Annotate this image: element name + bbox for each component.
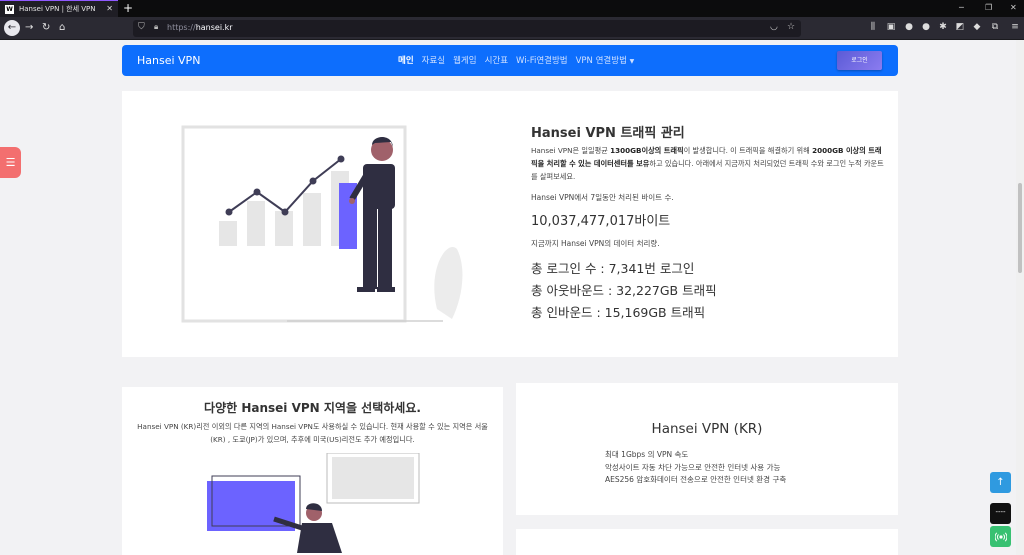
kr-region-card: Hansei VPN (KR) 최대 1Gbps 의 VPN 속도 악성사이트 …	[516, 383, 898, 515]
signal-button[interactable]	[990, 526, 1011, 547]
site-brand[interactable]: Hansei VPN	[137, 54, 200, 67]
menu-item-vpn-dropdown[interactable]: VPN 연결방법 ▼	[576, 54, 635, 66]
menu-item-wifi[interactable]: Wi-Fi연결방법	[516, 54, 568, 66]
traffic-title: Hansei VPN 트래픽 관리	[531, 126, 685, 141]
new-tab-button[interactable]: +	[123, 1, 133, 15]
throughput-caption: 지금까지 Hansei VPN의 데이터 처리량.	[531, 239, 660, 248]
address-bar[interactable]: ⛉ 🔒︎ https://hansei.kr ◡ ☆	[133, 20, 801, 37]
site-navbar: Hansei VPN 메인 자료실 웹게임 시간표 Wi-Fi연결방법 VPN …	[122, 45, 898, 76]
lock-icon[interactable]: 🔒︎	[154, 22, 158, 32]
region-description: Hansei VPN (KR)리전 이외의 다른 지역의 Hansei VPN도…	[137, 422, 488, 444]
login-button[interactable]: 로그인	[837, 51, 882, 70]
extension-badge-icon[interactable]: ◆	[972, 22, 982, 32]
dropdown-caret-icon: ▼	[629, 58, 635, 65]
bookmark-star-icon[interactable]: ☆	[787, 22, 795, 32]
tracking-shield-icon[interactable]: ⛉	[138, 22, 145, 32]
site-favicon-icon: W	[5, 4, 14, 14]
region-illustration	[207, 453, 420, 553]
tab-close-icon[interactable]: ✕	[106, 4, 113, 13]
site-menu: 메인 자료실 웹게임 시간표 Wi-Fi연결방법 VPN 연결방법 ▼	[398, 54, 634, 66]
window-close-icon[interactable]: ✕	[1010, 3, 1017, 12]
browser-tab[interactable]: W Hansei VPN | 한세 VPN ✕	[0, 0, 118, 17]
browser-tab-strip: W Hansei VPN | 한세 VPN ✕ + ─ ❐ ✕	[0, 0, 1024, 17]
scrollbar-thumb[interactable]	[1018, 183, 1022, 273]
kr-feature-list: 최대 1Gbps 의 VPN 속도 악성사이트 자동 차단 가능으로 안전한 인…	[605, 449, 786, 487]
kr-feature-block: 악성사이트 자동 차단 가능으로 안전한 인터넷 사용 가능	[605, 462, 781, 472]
menu-item-webgame[interactable]: 웹게임	[453, 54, 476, 66]
extension-purple-icon[interactable]: ●	[921, 22, 931, 32]
back-arrow-icon[interactable]: ←	[4, 20, 20, 36]
broadcast-icon	[994, 532, 1007, 542]
menu-hamburger-icon[interactable]: ≡	[1010, 22, 1020, 32]
minimize-icon[interactable]: ─	[959, 3, 964, 12]
restore-icon[interactable]: ❐	[985, 3, 992, 12]
browser-toolbar: ← → ↻ ⌂ ⛉ 🔒︎ https://hansei.kr ◡ ☆ ⫼ ▣ ●…	[0, 17, 1024, 40]
extension-info-icon[interactable]: ●	[904, 22, 914, 32]
reload-icon[interactable]: ↻	[42, 22, 50, 34]
inbound-stat: 총 인바운드 : 15,169GB 트래픽	[531, 305, 706, 320]
outbound-stat: 총 아웃바운드 : 32,227GB 트래픽	[531, 283, 717, 298]
region-title: 다양한 Hansei VPN 지역을 선택하세요.	[204, 401, 421, 415]
forward-arrow-icon[interactable]: →	[25, 22, 33, 34]
login-count-stat: 총 로그인 수 : 7,341번 로그인	[531, 261, 695, 276]
screenshot-icon[interactable]: ◩	[955, 22, 965, 32]
home-icon[interactable]: ⌂	[59, 22, 65, 34]
extensions-icon[interactable]: ⧉	[990, 22, 1000, 32]
extension-gear-icon[interactable]: ✱	[938, 22, 948, 32]
kr-feature-encryption: AES256 암호화데이터 전송으로 안전한 인터넷 환경 구축	[605, 475, 787, 484]
bytes-value: 10,037,477,017바이트	[531, 214, 671, 229]
bytes-caption: Hansei VPN에서 7일동안 처리된 바이트 수.	[531, 193, 674, 202]
web-page: Hansei VPN 메인 자료실 웹게임 시간표 Wi-Fi연결방법 VPN …	[0, 40, 1024, 555]
sidebar-icon[interactable]: ▣	[886, 22, 896, 32]
tab-title: Hansei VPN | 한세 VPN	[19, 5, 96, 13]
region-card: 다양한 Hansei VPN 지역을 선택하세요. Hansei VPN (KR…	[122, 387, 503, 555]
dark-mode-button[interactable]: ----	[990, 503, 1011, 524]
page-scrollbar[interactable]	[1016, 40, 1024, 555]
url-text[interactable]: https://hansei.kr	[167, 23, 233, 32]
kr-title: Hansei VPN (KR)	[651, 421, 763, 437]
scroll-top-button[interactable]: ↑	[990, 472, 1011, 493]
pocket-icon[interactable]: ◡	[770, 22, 778, 32]
chat-icon[interactable]: ☰	[0, 147, 21, 178]
menu-item-main[interactable]: 메인	[398, 54, 414, 66]
menu-item-library[interactable]: 자료실	[422, 54, 445, 66]
traffic-illustration	[181, 125, 463, 323]
traffic-card: Hansei VPN 트래픽 관리 Hansei VPN은 일일평균 1300G…	[122, 91, 898, 357]
kr-feature-speed: 최대 1Gbps 의 VPN 속도	[605, 450, 689, 459]
menu-item-timetable[interactable]: 시간표	[485, 54, 508, 66]
library-icon[interactable]: ⫼	[868, 22, 878, 32]
next-region-card	[516, 529, 898, 555]
traffic-description: Hansei VPN은 일일평균 1300GB이상의 트래픽이 발생합니다. 이…	[531, 146, 884, 181]
